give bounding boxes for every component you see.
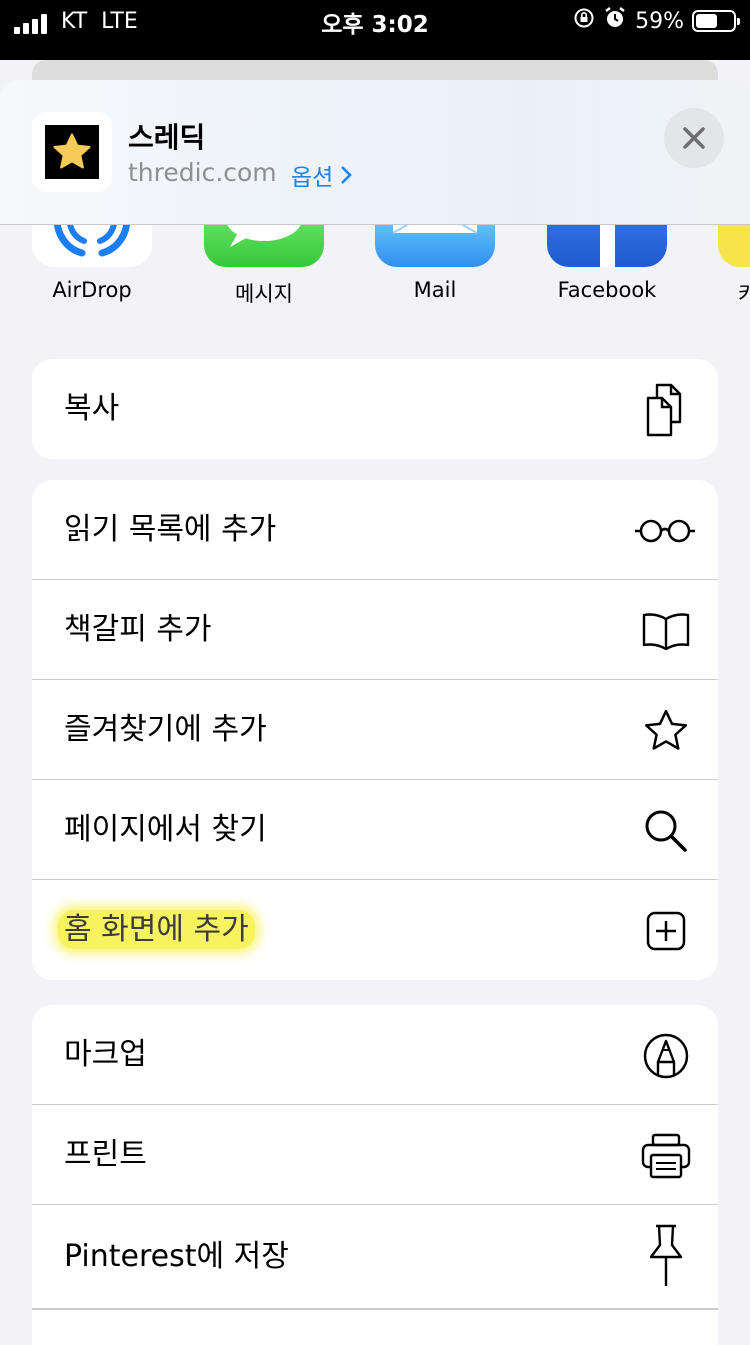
share-app-label: Facebook [557,278,657,302]
battery-icon [692,10,740,32]
action-add-reading-list[interactable]: 읽기 목록에 추가 [32,480,718,580]
share-app-kakaotalk[interactable]: 카 [718,225,750,308]
printer-icon [640,1130,692,1182]
star-outline-icon [640,705,692,757]
share-apps-row: AirDrop 메시지 Mail Facebook 카 [0,225,750,335]
site-icon [32,112,112,192]
share-app-messages[interactable]: 메시지 [204,225,324,308]
battery-percent: 59% [635,8,684,34]
share-header: 스레딕 thredic.com 옵션 [0,80,750,225]
mail-icon [375,225,495,267]
action-label: 읽기 목록에 추가 [64,512,277,547]
airdrop-icon [32,225,152,267]
action-group-more: 마크업 프린트 Pinterest에 저장 [32,1005,718,1345]
share-app-label: Mail [413,278,457,302]
chevron-right-icon [341,166,353,184]
share-app-mail[interactable]: Mail [375,225,495,302]
glasses-icon [634,505,696,557]
plus-square-icon [640,905,692,957]
share-app-label: AirDrop [52,278,132,302]
site-url: thredic.com [128,158,277,187]
action-add-bookmark[interactable]: 책갈피 추가 [32,580,718,680]
share-app-airdrop[interactable]: AirDrop [32,225,152,302]
action-row-partial [32,1309,718,1345]
action-label: 즐겨찾기에 추가 [64,712,267,747]
action-print[interactable]: 프린트 [32,1105,718,1205]
action-add-to-home-screen[interactable]: 홈 화면에 추가 [32,880,718,980]
star-icon [53,133,91,169]
share-app-label: 카 [738,282,750,306]
site-title: 스레딕 [128,121,206,154]
markup-icon [640,1030,692,1082]
pin-icon [640,1223,692,1289]
action-save-pinterest[interactable]: Pinterest에 저장 [32,1205,718,1309]
action-label: 책갈피 추가 [64,612,212,647]
kakaotalk-icon [718,225,750,267]
action-label: Pinterest에 저장 [64,1239,289,1274]
action-label: 페이지에서 찾기 [64,812,267,847]
action-group-page: 읽기 목록에 추가 책갈피 추가 즐겨찾기에 추가 페이지에서 찾기 홈 화면에… [32,480,718,980]
facebook-icon [547,225,667,267]
options-label: 옵션 [291,165,334,191]
action-markup[interactable]: 마크업 [32,1005,718,1105]
close-icon [683,127,705,149]
action-add-favorites[interactable]: 즐겨찾기에 추가 [32,680,718,780]
options-button[interactable]: 옵션 [291,158,353,192]
share-app-label: 메시지 [235,282,293,306]
action-label: 복사 [64,391,120,426]
close-button[interactable] [664,108,724,168]
action-group-copy: 복사 [32,359,718,459]
action-label: 홈 화면에 추가 [58,910,255,949]
messages-icon [204,225,324,267]
action-copy[interactable]: 복사 [32,359,718,459]
action-label: 프린트 [64,1137,147,1172]
search-icon [640,805,692,857]
status-bar: KT LTE 오후 3:02 59% [0,0,750,60]
share-app-facebook[interactable]: Facebook [547,225,667,302]
copy-icon [640,383,692,437]
alarm-icon [603,6,627,36]
orientation-lock-icon [573,7,595,35]
action-label: 마크업 [64,1037,147,1072]
book-icon [640,605,692,657]
action-find-on-page[interactable]: 페이지에서 찾기 [32,780,718,880]
